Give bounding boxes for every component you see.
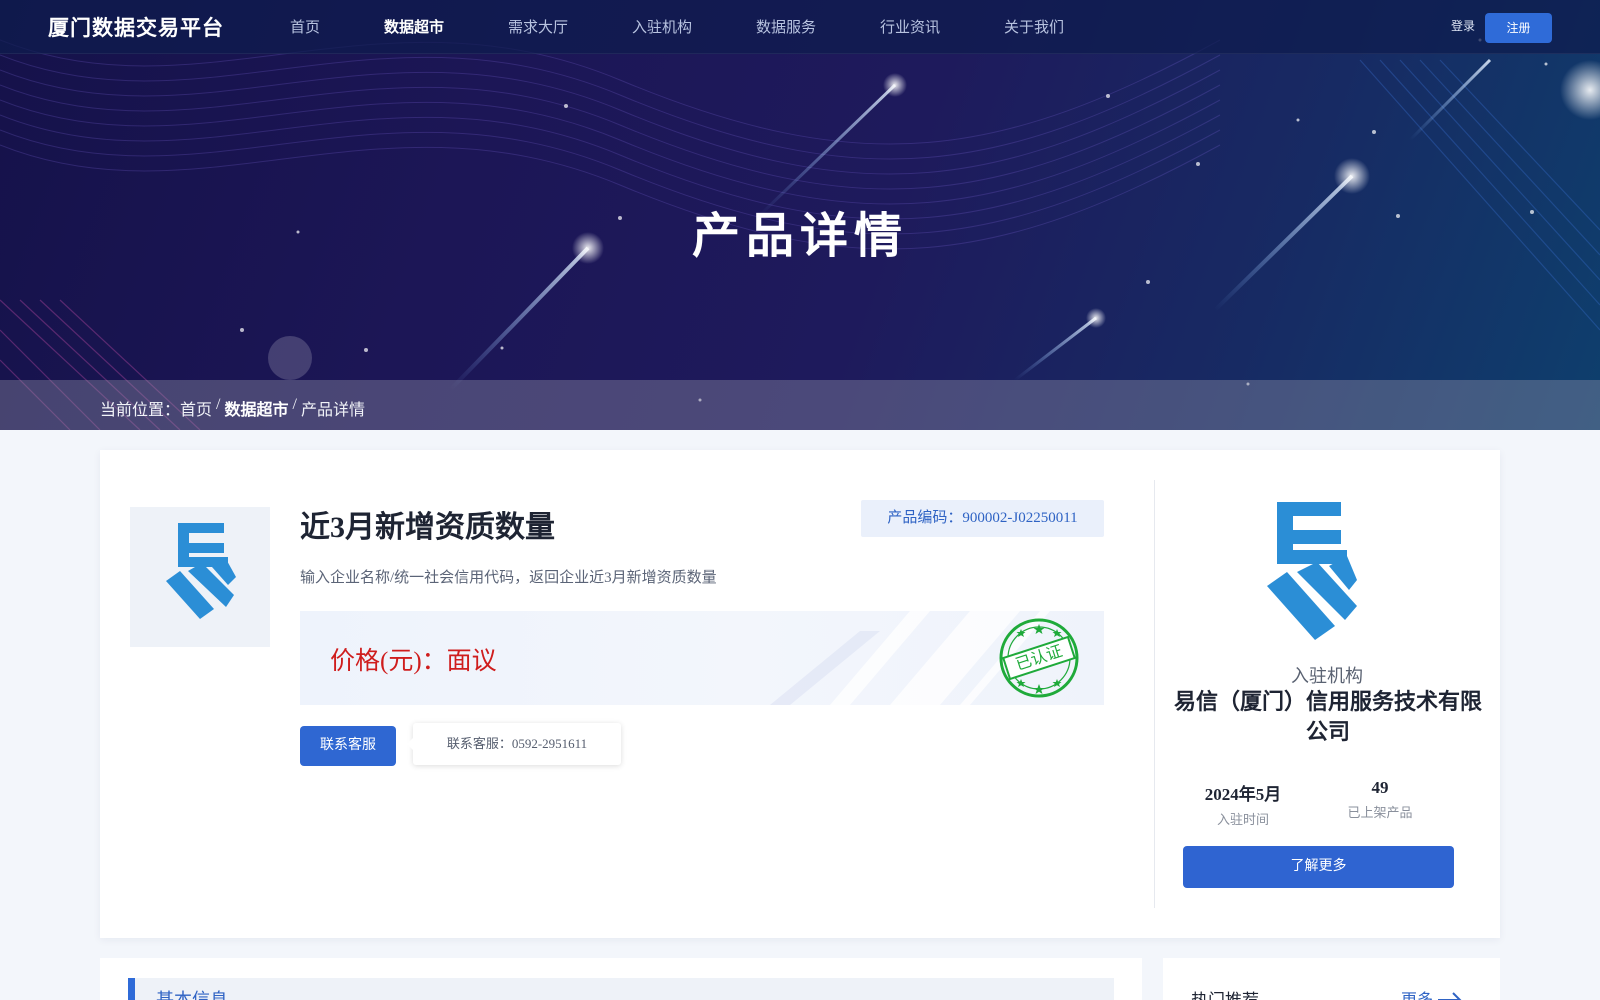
nav-item-institutions[interactable]: 入驻机构 (632, 0, 756, 54)
nav-item-industry-news[interactable]: 行业资讯 (880, 0, 1004, 54)
yixin-logo-icon (166, 523, 236, 619)
org-logo (1267, 500, 1357, 647)
listed-products-label: 已上架产品 (1347, 805, 1413, 820)
nav-item-demand-hall[interactable]: 需求大厅 (508, 0, 632, 54)
basic-info-card: 基本信息 (100, 958, 1142, 1000)
join-time-label: 入驻时间 (1216, 812, 1269, 827)
product-title: 近3月新增资质数量 (300, 511, 555, 544)
breadcrumb-home[interactable]: 当前位置：首页 (100, 396, 212, 420)
nav-item-data-services[interactable]: 数据服务 (756, 0, 880, 54)
login-link[interactable]: 登录 (1451, 17, 1475, 34)
contact-phone-tooltip: 联系客服：0592-2951611 (407, 723, 621, 765)
basic-info-title[interactable]: 基本信息 (156, 986, 228, 1000)
price-label: 价格(元)：面议 (330, 648, 497, 675)
nav-item-data-market[interactable]: 数据超市 (384, 0, 508, 54)
hot-more-link[interactable]: 更多 (1401, 986, 1463, 1000)
certified-stamp: 已认证 (995, 617, 1083, 704)
listed-products-value: 49 (1371, 778, 1389, 797)
main-nav: 首页 数据超市 需求大厅 入驻机构 数据服务 行业资讯 关于我们 (290, 0, 1104, 54)
breadcrumb: 当前位置：首页 / 数据超市 / 产品详情 (100, 396, 365, 420)
join-time-value: 2024年5月 (1204, 785, 1282, 804)
breadcrumb-bar: 当前位置：首页 / 数据超市 / 产品详情 (0, 380, 1600, 430)
nav-item-about-us[interactable]: 关于我们 (1004, 0, 1104, 54)
yixin-logo-icon (1267, 502, 1357, 640)
hot-recommend-card: 热门推荐 更多 (1163, 958, 1500, 1000)
register-button[interactable]: 注册 (1485, 13, 1552, 43)
hero-banner: 厦门数据交易平台 首页 数据超市 需求大厅 入驻机构 数据服务 行业资讯 关于我… (0, 0, 1600, 430)
product-description: 输入企业名称/统一社会信用代码，返回企业近3月新增资质数量 (300, 570, 717, 586)
arrow-right-icon[interactable] (1437, 990, 1463, 1000)
breadcrumb-data-market[interactable]: 数据超市 (224, 396, 288, 420)
breadcrumb-current: 产品详情 (300, 402, 365, 419)
join-time-stat: 2024年5月 入驻时间 (1178, 780, 1308, 828)
section-accent-bar (128, 978, 135, 1000)
org-section-label: 入驻机构 (1291, 666, 1363, 686)
contact-service-button[interactable]: 联系客服 (300, 726, 396, 766)
top-navigation-bar: 厦门数据交易平台 首页 数据超市 需求大厅 入驻机构 数据服务 行业资讯 关于我… (0, 0, 1600, 54)
org-name[interactable]: 易信（厦门）信用服务技术有限公司 (1170, 687, 1486, 747)
product-detail-card: 近3月新增资质数量 产品编码：900002-J02250011 输入企业名称/统… (100, 450, 1500, 938)
basic-info-header: 基本信息 (128, 978, 1114, 1000)
nav-item-home[interactable]: 首页 (290, 0, 384, 54)
learn-more-button[interactable]: 了解更多 (1183, 846, 1454, 888)
price-box: 价格(元)：面议 已认证 (300, 611, 1104, 705)
breadcrumb-separator: / (212, 396, 225, 413)
product-code-badge: 产品编码：900002-J02250011 (861, 500, 1104, 537)
listed-products-stat: 49 已上架产品 (1315, 778, 1445, 821)
hot-recommend-title: 热门推荐 (1191, 986, 1259, 1000)
page-title: 产品详情 (691, 208, 908, 264)
product-logo (130, 507, 270, 647)
hot-more-label[interactable]: 更多 (1401, 986, 1433, 1000)
vertical-divider (1154, 480, 1155, 908)
site-logo[interactable]: 厦门数据交易平台 (48, 12, 224, 42)
breadcrumb-separator: / (288, 396, 301, 413)
